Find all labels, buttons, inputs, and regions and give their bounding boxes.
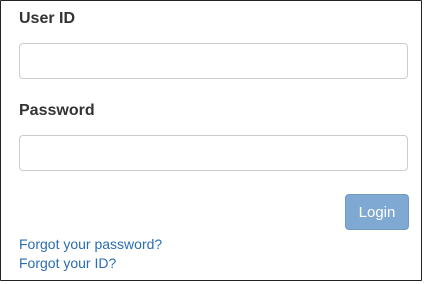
password-label: Password bbox=[19, 102, 95, 119]
user-id-input[interactable] bbox=[19, 43, 408, 79]
password-input[interactable] bbox=[19, 135, 408, 171]
login-button[interactable]: Login bbox=[345, 194, 409, 230]
user-id-label: User ID bbox=[19, 10, 76, 27]
login-form: User ID Password Login Forgot your passw… bbox=[0, 0, 422, 281]
forgot-password-link[interactable]: Forgot your password? bbox=[19, 236, 162, 252]
forgot-id-link[interactable]: Forgot your ID? bbox=[19, 255, 116, 271]
